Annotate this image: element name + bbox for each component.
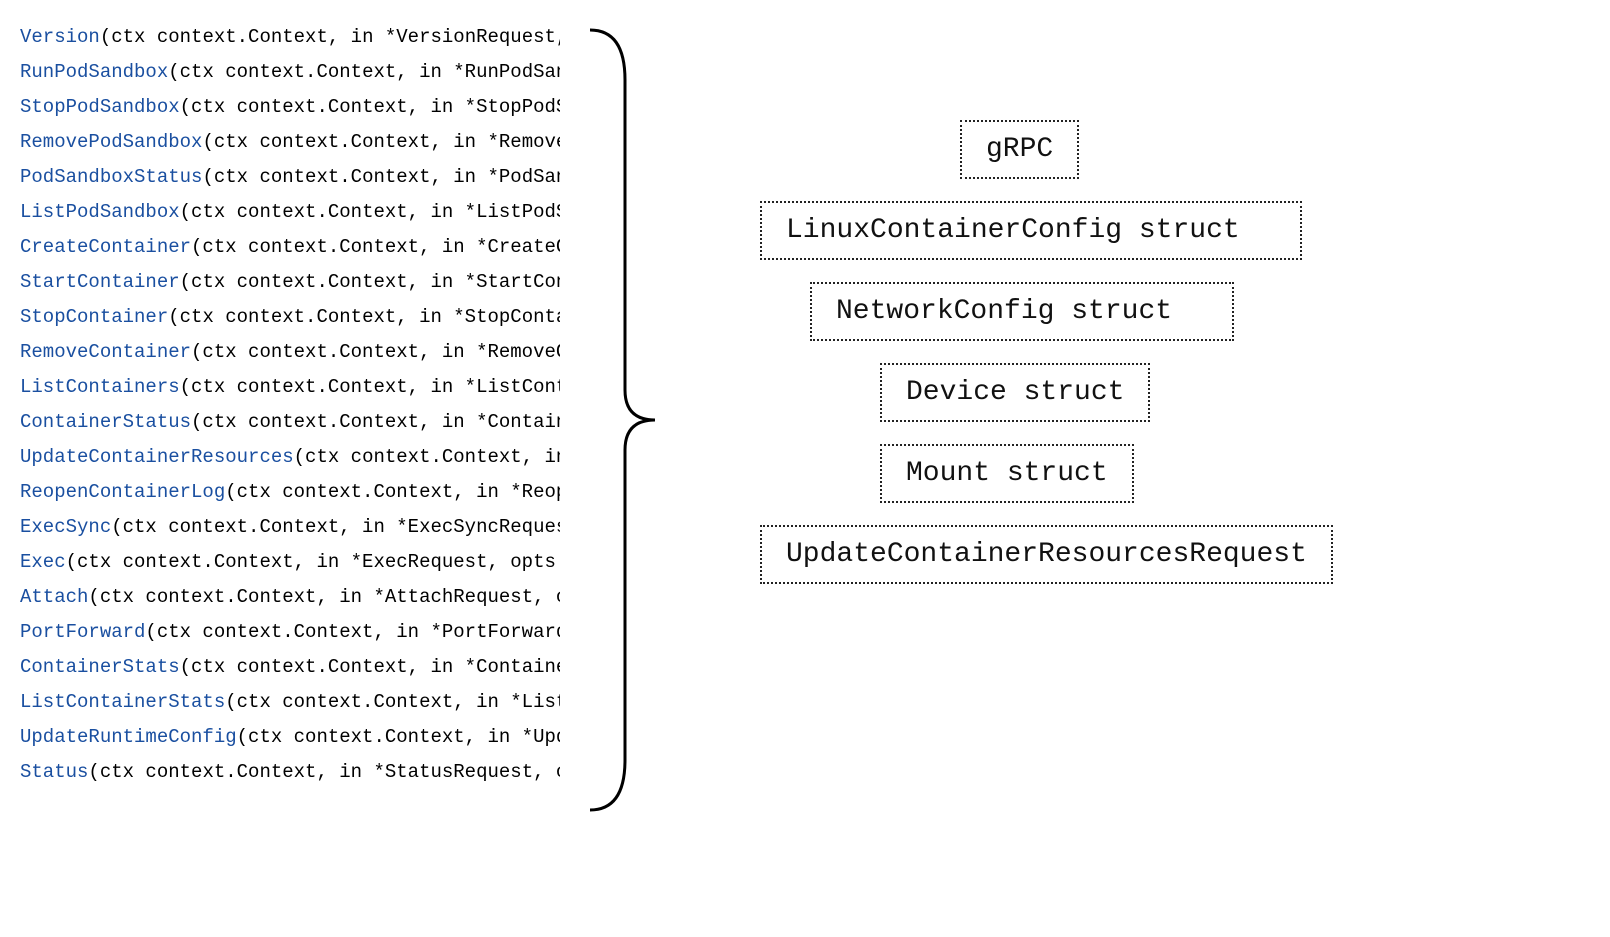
code-line: ContainerStatus(ctx context.Context, in …: [20, 405, 560, 440]
network-config-box: NetworkConfig struct: [810, 282, 1234, 341]
function-signature-rest: (ctx context.Context, in *VersionRequest…: [100, 26, 560, 48]
code-line: PodSandboxStatus(ctx context.Context, in…: [20, 160, 560, 195]
function-signature-rest: (ctx context.Context, in *AttachRequest,…: [88, 586, 560, 608]
function-name: CreateContainer: [20, 236, 191, 258]
curly-brace-icon: [570, 20, 660, 820]
function-signature-rest: (ctx context.Context, in *UpdateRuntimeC…: [237, 726, 560, 748]
function-signature-rest: (ctx context.Context, in *RemoveContaine…: [191, 341, 560, 363]
struct-diagram-area: gRPC LinuxContainerConfig struct Network…: [760, 120, 1560, 606]
function-signature-rest: (ctx context.Context, in *ContainerStats…: [180, 656, 560, 678]
function-name: PodSandboxStatus: [20, 166, 202, 188]
function-signature-rest: (ctx context.Context, in *ExecRequest, o…: [66, 551, 560, 573]
function-name: RunPodSandbox: [20, 61, 168, 83]
grpc-box: gRPC: [960, 120, 1079, 179]
function-name: UpdateContainerResources: [20, 446, 294, 468]
code-line: Status(ctx context.Context, in *StatusRe…: [20, 755, 560, 790]
function-signature-rest: (ctx context.Context, in *ContainerStatu…: [191, 411, 560, 433]
function-name: ReopenContainerLog: [20, 481, 225, 503]
code-line: StartContainer(ctx context.Context, in *…: [20, 265, 560, 300]
code-line: Version(ctx context.Context, in *Version…: [20, 20, 560, 55]
function-name: Version: [20, 26, 100, 48]
function-name: RemovePodSandbox: [20, 131, 202, 153]
code-line: ListContainers(ctx context.Context, in *…: [20, 370, 560, 405]
code-line: CreateContainer(ctx context.Context, in …: [20, 230, 560, 265]
function-name: Status: [20, 761, 88, 783]
code-line: RemoveContainer(ctx context.Context, in …: [20, 335, 560, 370]
function-signature-rest: (ctx context.Context, in *ListContainers…: [180, 376, 560, 398]
code-line: ListContainerStats(ctx context.Context, …: [20, 685, 560, 720]
code-line: PortForward(ctx context.Context, in *Por…: [20, 615, 560, 650]
function-signature-rest: (ctx context.Context, in *CreateContaine…: [191, 236, 560, 258]
code-line: Exec(ctx context.Context, in *ExecReques…: [20, 545, 560, 580]
code-line: UpdateContainerResources(ctx context.Con…: [20, 440, 560, 475]
code-line: ContainerStats(ctx context.Context, in *…: [20, 650, 560, 685]
function-signature-rest: (ctx context.Context, in *ListPodSandbox…: [180, 201, 560, 223]
function-name: ListContainerStats: [20, 691, 225, 713]
code-line: StopContainer(ctx context.Context, in *S…: [20, 300, 560, 335]
mount-struct-box: Mount struct: [880, 444, 1134, 503]
code-line: Attach(ctx context.Context, in *AttachRe…: [20, 580, 560, 615]
function-signature-rest: (ctx context.Context, in *StatusRequest,…: [88, 761, 560, 783]
function-name: UpdateRuntimeConfig: [20, 726, 237, 748]
function-name: ListContainers: [20, 376, 180, 398]
function-signature-rest: (ctx context.Context, in *RunPodSandboxR…: [168, 61, 560, 83]
function-name: PortForward: [20, 621, 145, 643]
code-line: UpdateRuntimeConfig(ctx context.Context,…: [20, 720, 560, 755]
update-container-resources-box: UpdateContainerResourcesRequest: [760, 525, 1333, 584]
function-name: RemoveContainer: [20, 341, 191, 363]
function-signature-rest: (ctx context.Context, in *StopPodSandbox…: [180, 96, 560, 118]
api-method-list: Version(ctx context.Context, in *Version…: [20, 20, 560, 790]
function-signature-rest: (ctx context.Context, in *StartContainer…: [180, 271, 560, 293]
function-name: ContainerStats: [20, 656, 180, 678]
function-signature-rest: (ctx context.Context, in *PodSandboxStat…: [202, 166, 560, 188]
function-name: StartContainer: [20, 271, 180, 293]
code-line: RemovePodSandbox(ctx context.Context, in…: [20, 125, 560, 160]
function-name: Exec: [20, 551, 66, 573]
code-line: StopPodSandbox(ctx context.Context, in *…: [20, 90, 560, 125]
device-struct-box: Device struct: [880, 363, 1150, 422]
function-name: ContainerStatus: [20, 411, 191, 433]
function-signature-rest: (ctx context.Context, in *RemovePodSandb…: [202, 131, 560, 153]
function-signature-rest: (ctx context.Context, in *ReopenContaine…: [225, 481, 560, 503]
function-signature-rest: (ctx context.Context, in *PortForwardReq…: [145, 621, 560, 643]
code-line: RunPodSandbox(ctx context.Context, in *R…: [20, 55, 560, 90]
function-signature-rest: (ctx context.Context, in *ListContainerS…: [225, 691, 560, 713]
function-name: Attach: [20, 586, 88, 608]
function-name: ListPodSandbox: [20, 201, 180, 223]
function-signature-rest: (ctx context.Context, in *StopContainerR…: [168, 306, 560, 328]
code-line: ExecSync(ctx context.Context, in *ExecSy…: [20, 510, 560, 545]
code-line: ReopenContainerLog(ctx context.Context, …: [20, 475, 560, 510]
function-signature-rest: (ctx context.Context, in *Upda...: [294, 446, 560, 468]
linux-container-config-box: LinuxContainerConfig struct: [760, 201, 1302, 260]
function-signature-rest: (ctx context.Context, in *ExecSyncReques…: [111, 516, 560, 538]
function-name: StopContainer: [20, 306, 168, 328]
code-line: ListPodSandbox(ctx context.Context, in *…: [20, 195, 560, 230]
function-name: ExecSync: [20, 516, 111, 538]
function-name: StopPodSandbox: [20, 96, 180, 118]
